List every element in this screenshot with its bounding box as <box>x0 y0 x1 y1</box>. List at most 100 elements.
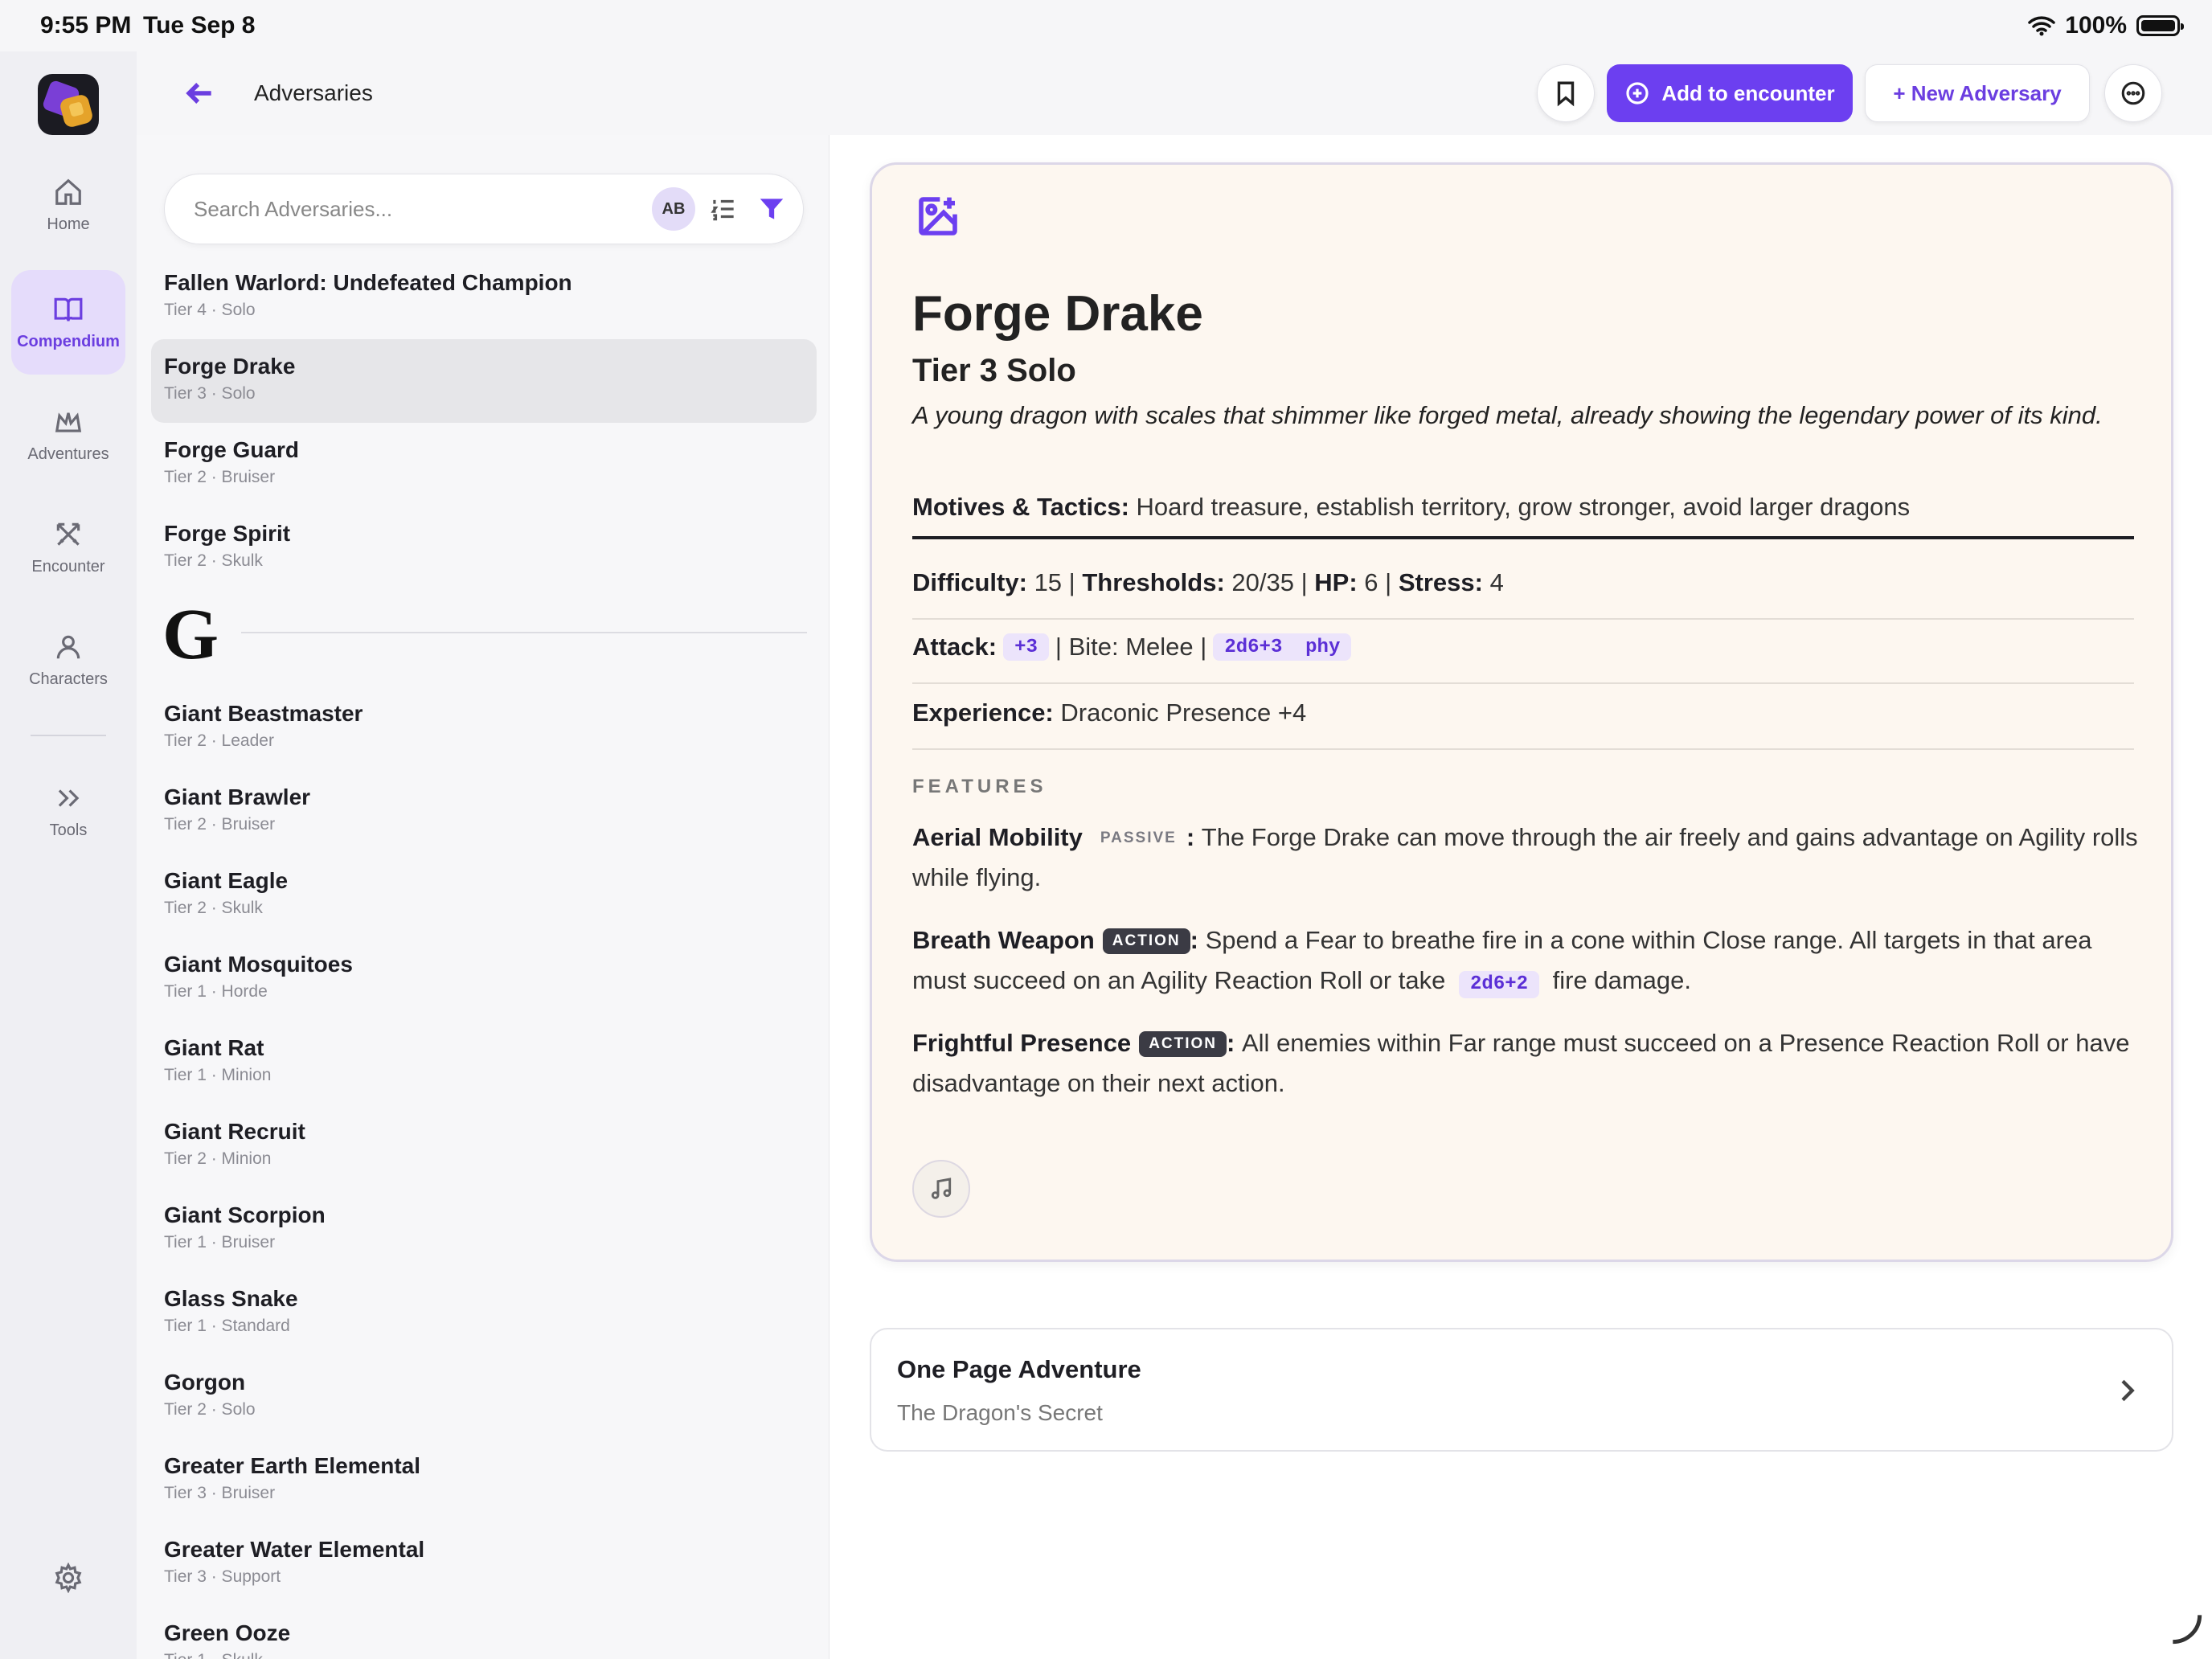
item-sub: Tier 1 · Skulk <box>164 1651 817 1659</box>
list-item[interactable]: Fallen Warlord: Undefeated Champion Tier… <box>151 256 817 339</box>
feature-name: Frightful Presence <box>912 1029 1132 1057</box>
nav-adventures[interactable]: Adventures <box>11 383 125 487</box>
arrow-left-icon <box>186 83 211 104</box>
list-item-selected[interactable]: Forge Drake Tier 3 · Solo <box>151 339 817 423</box>
item-name: Giant Scorpion <box>164 1202 326 1227</box>
add-to-encounter-label: Add to encounter <box>1661 80 1835 105</box>
features-heading: FEATURES <box>912 776 1047 797</box>
nav-compendium[interactable]: Compendium <box>11 270 125 375</box>
item-sub: Tier 2 · Solo <box>164 1400 256 1419</box>
item-sub: Tier 2 · Skulk <box>164 551 263 570</box>
adversary-list: Fallen Warlord: Undefeated Champion Tier… <box>151 256 817 1659</box>
nav-home[interactable]: Home <box>11 153 125 257</box>
feature-tag-action: ACTION <box>1139 1031 1227 1057</box>
list-item[interactable]: Giant Mosquitoes Tier 1 · Horde <box>151 937 817 1021</box>
hp-label: HP: <box>1314 568 1358 596</box>
item-name: Forge Spirit <box>164 521 291 546</box>
item-name: Greater Water Elemental <box>164 1537 425 1562</box>
feature-aerial-mobility: Aerial Mobility PASSIVE: The Forge Drake … <box>912 823 2138 891</box>
motives-row: Motives & Tactics: Hoard treasure, estab… <box>912 493 1910 522</box>
list-item[interactable]: Greater Water Elemental Tier 3 · Support <box>151 1522 817 1606</box>
experience-value: Draconic Presence +4 <box>1060 698 1307 727</box>
new-adversary-label: + New Adversary <box>1893 80 2062 105</box>
battery-icon <box>2136 15 2184 36</box>
attack-row: Attack: +3 | Bite: Melee | 2d6+3 phy <box>912 633 1358 662</box>
list-item[interactable]: Giant Eagle Tier 2 · Skulk <box>151 854 817 937</box>
book-icon <box>54 297 83 321</box>
music-button[interactable] <box>912 1160 970 1218</box>
item-name: Forge Drake <box>164 354 296 379</box>
person-icon <box>56 635 80 658</box>
item-sub: Tier 1 · Horde <box>164 982 268 1001</box>
app-logo[interactable] <box>38 74 99 135</box>
filter-button[interactable] <box>756 194 787 224</box>
nav-label: Tools <box>49 821 88 839</box>
list-item[interactable]: Greater Earth Elemental Tier 3 · Bruiser <box>151 1439 817 1522</box>
hp-value: 6 <box>1364 568 1378 596</box>
list-item[interactable]: Giant Brawler Tier 2 · Bruiser <box>151 770 817 854</box>
divider-thick <box>912 536 2134 539</box>
add-image-button[interactable] <box>916 194 961 239</box>
list-item[interactable]: Giant Beastmaster Tier 2 · Leader <box>151 686 817 770</box>
back-button[interactable] <box>182 76 217 111</box>
wifi-icon <box>2028 16 2056 36</box>
item-name: Glass Snake <box>164 1286 298 1311</box>
feature-breath-weapon: Breath Weapon ACTION: Spend a Fear to bre… <box>912 920 2150 1001</box>
attack-damage-chip[interactable]: 2d6+3 phy <box>1213 633 1352 661</box>
double-chevron-icon <box>58 789 80 807</box>
list-item[interactable]: Glass Snake Tier 1 · Standard <box>151 1272 817 1355</box>
nav-tools[interactable]: Tools <box>11 759 125 863</box>
thresholds-label: Thresholds: <box>1082 568 1225 596</box>
gear-icon <box>55 1562 82 1594</box>
search-bar: AB <box>164 174 804 244</box>
sort-alpha-button[interactable]: AB <box>652 187 695 231</box>
rail-divider <box>31 735 106 736</box>
stress-value: 4 <box>1489 568 1504 596</box>
list-item[interactable]: Forge Guard Tier 2 · Bruiser <box>151 423 817 506</box>
resize-handle[interactable] <box>2170 1612 2202 1645</box>
adventure-card[interactable]: One Page Adventure The Dragon's Secret <box>870 1328 2173 1452</box>
list-item[interactable]: Giant Rat Tier 1 · Minion <box>151 1021 817 1104</box>
item-sub: Tier 1 · Bruiser <box>164 1233 276 1251</box>
motives-value: Hoard treasure, establish territory, gro… <box>1136 493 1911 521</box>
chevron-right-icon <box>2111 1374 2143 1407</box>
list-item[interactable]: Giant Recruit Tier 2 · Minion <box>151 1104 817 1188</box>
divider-thin <box>912 618 2134 620</box>
bookmark-button[interactable] <box>1537 64 1595 122</box>
list-item[interactable]: Forge Spirit Tier 2 · Skulk <box>151 506 817 590</box>
attack-modifier-chip[interactable]: +3 <box>1003 633 1049 661</box>
feature-tag-action: ACTION <box>1102 928 1190 954</box>
damage-chip[interactable]: 2d6+2 <box>1459 971 1540 998</box>
experience-row: Experience: Draconic Presence +4 <box>912 698 1306 727</box>
search-input[interactable] <box>165 174 647 244</box>
stat-block-card: Forge Drake Tier 3 Solo A young dragon w… <box>870 162 2173 1262</box>
list-item[interactable]: Gorgon Tier 2 · Solo <box>151 1355 817 1439</box>
image-plus-icon <box>919 197 957 236</box>
ellipsis-icon <box>2121 81 2145 105</box>
status-bar: 9:55 PM Tue Sep 8 100% <box>0 0 2212 51</box>
settings-button[interactable] <box>53 1562 84 1594</box>
add-to-encounter-button[interactable]: Add to encounter <box>1607 64 1853 122</box>
more-options-button[interactable] <box>2104 64 2162 122</box>
feature-name: Aerial Mobility <box>912 823 1083 851</box>
experience-label: Experience: <box>912 698 1054 727</box>
header: Adversaries Add to encounter + New Adver… <box>137 51 2212 135</box>
plus-circle-icon <box>1626 82 1649 104</box>
nav-rail: Home Compendium Adventures Encounter Cha… <box>0 51 137 1659</box>
list-item[interactable]: Green Ooze Tier 1 · Skulk <box>151 1606 817 1659</box>
item-name: Forge Guard <box>164 437 300 462</box>
item-name: Giant Brawler <box>164 784 311 809</box>
new-adversary-button[interactable]: + New Adversary <box>1865 64 2090 122</box>
item-sub: Tier 3 · Bruiser <box>164 1484 276 1502</box>
item-name: Gorgon <box>164 1370 246 1395</box>
adversary-name: Forge Drake <box>912 286 1203 342</box>
stat-separator: | <box>1068 568 1075 596</box>
nav-encounter[interactable]: Encounter <box>11 495 125 600</box>
list-view-button[interactable] <box>708 194 739 224</box>
list-item[interactable]: Giant Scorpion Tier 1 · Bruiser <box>151 1188 817 1272</box>
nav-characters[interactable]: Characters <box>11 608 125 712</box>
item-sub: Tier 2 · Skulk <box>164 899 263 917</box>
status-time: 9:55 PM <box>40 12 132 39</box>
feature-tag-passive: PASSIVE <box>1100 830 1177 846</box>
item-sub: Tier 2 · Leader <box>164 731 274 750</box>
